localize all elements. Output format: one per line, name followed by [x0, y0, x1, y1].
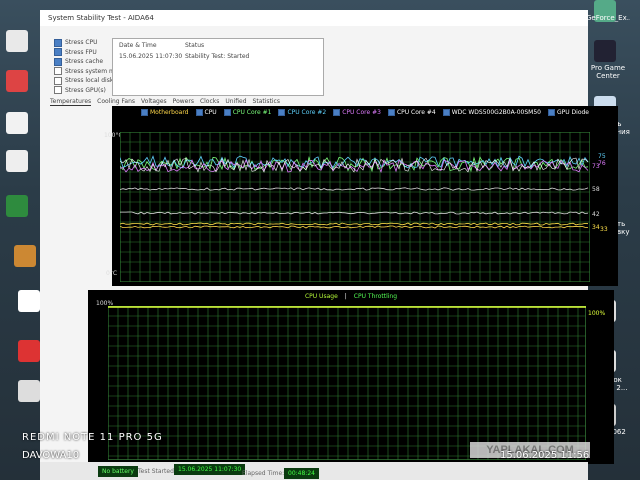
legend-cpu-core-2[interactable]: CPU Core #2 — [278, 109, 326, 116]
desktop-icon-label: GeForce_Ex... — [586, 14, 630, 22]
plot-frame — [120, 132, 590, 282]
checkbox[interactable] — [54, 67, 62, 76]
desktop-icon[interactable] — [6, 150, 28, 172]
cpu-usage-graph: CPU Usage | CPU Throttling 100% 100% — [88, 290, 614, 464]
legend-checkbox[interactable] — [387, 109, 395, 116]
value-label: 58 — [592, 186, 600, 193]
temperature-plot — [120, 132, 590, 282]
value-label: 42 — [592, 211, 600, 218]
legend-gpu-diode[interactable]: GPU Diode — [547, 109, 589, 116]
usage-value-label: 100% — [588, 310, 606, 317]
legend-checkbox[interactable] — [442, 109, 450, 116]
test-started-value: 15.06.2025 11:07:30 — [174, 464, 246, 475]
tab-temperatures[interactable]: Temperatures — [50, 98, 92, 106]
legend-label: CPU Core #3 — [342, 109, 381, 116]
legend-label: WDC WDS500G2B0A-00SM50 — [451, 109, 541, 116]
y-axis-bottom-label: 0°C — [106, 270, 118, 277]
legend-label: Motherboard — [150, 109, 189, 116]
desktop-icon[interactable] — [18, 340, 40, 362]
status-bar: No battery Test Started: 15.06.2025 11:0… — [40, 462, 588, 480]
column-header-date: Date & Time — [119, 42, 157, 49]
tab-voltages[interactable]: Voltages — [141, 98, 167, 106]
legend-cpu-core-3[interactable]: CPU Core #3 — [333, 109, 381, 116]
timestamp-watermark: 15.06.2025 11:56 — [500, 450, 590, 461]
legend-checkbox[interactable] — [278, 109, 286, 116]
plot-frame — [108, 306, 586, 460]
elapsed-time-value: 00:48:24 — [284, 468, 319, 479]
legend-cpu-throttling: CPU Throttling — [353, 293, 398, 300]
legend-ssd[interactable]: WDC WDS500G2B0A-00SM50 — [442, 109, 541, 116]
test-started-label: Test Started: — [138, 468, 176, 475]
value-label: 34 — [592, 224, 600, 231]
checkbox[interactable] — [54, 76, 62, 85]
desktop-icon[interactable] — [6, 112, 28, 134]
value-label: 33 — [600, 226, 608, 233]
legend-label: GPU Diode — [556, 109, 589, 116]
checkbox[interactable] — [54, 57, 62, 66]
desktop-icon[interactable] — [6, 195, 28, 217]
window-title: System Stability Test - AIDA64 — [48, 14, 154, 22]
desktop-icon[interactable] — [14, 245, 36, 267]
desktop-icon[interactable] — [594, 40, 616, 62]
window-titlebar: System Stability Test - AIDA64 — [40, 10, 588, 26]
legend-label: CPU Core #1 — [232, 109, 272, 116]
battery-status: No battery — [98, 466, 138, 477]
desktop-icon-label: Pro Game Center — [590, 64, 626, 80]
usage-legend: CPU Usage | CPU Throttling — [88, 293, 614, 300]
legend-motherboard[interactable]: Motherboard — [141, 109, 189, 116]
legend-label: CPU — [204, 109, 217, 116]
value-label: 73 — [592, 163, 600, 170]
status-cell: Stability Test: Started — [185, 53, 250, 60]
desktop-icon[interactable] — [6, 70, 28, 92]
phone-watermark: REDMI NOTE 11 PRO 5G — [22, 432, 163, 443]
legend-label: CPU Core #4 — [396, 109, 436, 116]
legend-label: CPU Core #2 — [287, 109, 327, 116]
checkbox[interactable] — [54, 86, 62, 95]
user-watermark: DAVOWA10 — [22, 450, 80, 461]
desktop-icon[interactable] — [18, 380, 40, 402]
graph-tabs: Temperatures Cooling Fans Voltages Power… — [50, 98, 280, 106]
aida64-window: System Stability Test - AIDA64 Stress CP… — [40, 10, 618, 480]
checkbox[interactable] — [54, 38, 62, 47]
tab-statistics[interactable]: Statistics — [253, 98, 280, 106]
desktop-icon[interactable] — [6, 30, 28, 52]
date-cell: 15.06.2025 11:07:30 — [119, 53, 183, 60]
option-label: Stress FPU — [65, 48, 97, 56]
option-label: Stress local disks — [65, 77, 117, 85]
legend-checkbox[interactable] — [333, 109, 341, 116]
legend-cpu[interactable]: CPU — [195, 109, 217, 116]
checkbox[interactable] — [54, 48, 62, 57]
option-label: Stress GPU(s) — [65, 86, 106, 94]
tab-unified[interactable]: Unified — [225, 98, 246, 106]
temperature-legend: Motherboard CPU CPU Core #1 CPU Core #2 … — [112, 109, 618, 116]
legend-cpu-core-1[interactable]: CPU Core #1 — [223, 109, 272, 116]
legend-cpu-usage: CPU Usage — [304, 293, 338, 300]
option-label: Stress CPU — [65, 39, 98, 47]
legend-checkbox[interactable] — [547, 109, 555, 116]
status-table: Date & Time Status 15.06.2025 11:07:30 S… — [112, 38, 324, 96]
legend-separator: | — [344, 293, 347, 300]
legend-checkbox[interactable] — [223, 109, 231, 116]
tab-clocks[interactable]: Clocks — [200, 98, 219, 106]
legend-checkbox[interactable] — [195, 109, 203, 116]
elapsed-time-label: Elapsed Time: — [242, 470, 285, 477]
value-label: 75 — [598, 153, 606, 160]
temperature-graph: Motherboard CPU CPU Core #1 CPU Core #2 … — [104, 106, 618, 286]
option-label: Stress cache — [65, 58, 104, 66]
column-header-status: Status — [185, 42, 205, 49]
tab-powers[interactable]: Powers — [173, 98, 194, 106]
usage-plot — [108, 306, 586, 460]
legend-cpu-core-4[interactable]: CPU Core #4 — [387, 109, 436, 116]
tab-cooling-fans[interactable]: Cooling Fans — [97, 98, 135, 106]
desktop-icon[interactable] — [18, 290, 40, 312]
legend-checkbox[interactable] — [141, 109, 148, 116]
